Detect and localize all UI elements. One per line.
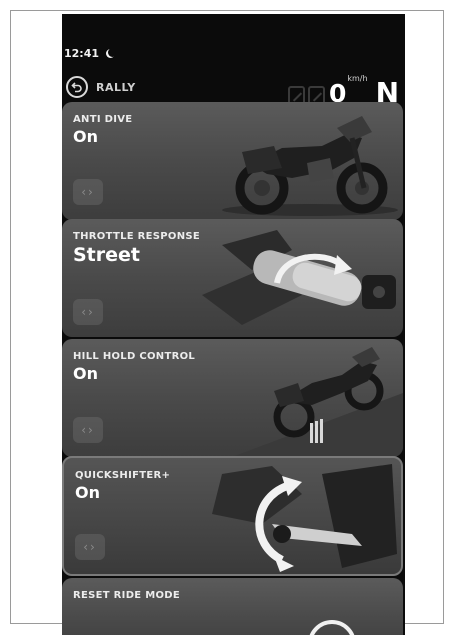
dashboard-screen: 12:41 RALLY 0 km/h N ANTI DIVE On ‹› THR… — [62, 14, 405, 635]
speed-cluster: 0 km/h N — [287, 72, 399, 107]
moon-icon — [108, 48, 117, 57]
gear-shifter-image — [212, 464, 397, 572]
status-bar: 12:41 — [64, 47, 114, 60]
speed-unit: km/h — [347, 74, 368, 83]
card-anti-dive[interactable]: ANTI DIVE On ‹› — [62, 102, 403, 220]
option-switch-button[interactable]: ‹› — [73, 299, 103, 325]
option-switch-button[interactable]: ‹› — [73, 417, 103, 443]
card-title: HILL HOLD CONTROL — [73, 351, 196, 362]
reset-icon — [309, 620, 355, 635]
card-throttle-response[interactable]: THROTTLE RESPONSE Street ‹› — [62, 219, 403, 337]
card-title: RESET RIDE MODE — [73, 590, 180, 601]
back-button[interactable] — [66, 76, 88, 98]
option-switch-button[interactable]: ‹› — [75, 534, 105, 560]
card-value: On — [75, 483, 100, 502]
card-value: Street — [73, 244, 140, 266]
card-value: On — [73, 127, 98, 146]
throttle-grip-image — [202, 230, 396, 325]
clock-time: 12:41 — [64, 47, 100, 60]
motorcycle-on-hill-image — [232, 347, 403, 457]
motorcycle-image — [222, 116, 398, 216]
card-title: QUICKSHIFTER+ — [75, 470, 171, 481]
card-hill-hold-control[interactable]: HILL HOLD CONTROL On ‹› — [62, 339, 403, 457]
option-switch-button[interactable]: ‹› — [73, 179, 103, 205]
ride-mode-label: RALLY — [96, 81, 136, 94]
card-title: ANTI DIVE — [73, 114, 133, 125]
back-arrow-icon — [71, 82, 82, 93]
card-quickshifter[interactable]: QUICKSHIFTER+ On ‹› — [62, 456, 403, 576]
card-value: On — [73, 364, 98, 383]
card-reset-ride-mode[interactable]: RESET RIDE MODE — [62, 578, 403, 635]
card-title: THROTTLE RESPONSE — [73, 231, 201, 242]
